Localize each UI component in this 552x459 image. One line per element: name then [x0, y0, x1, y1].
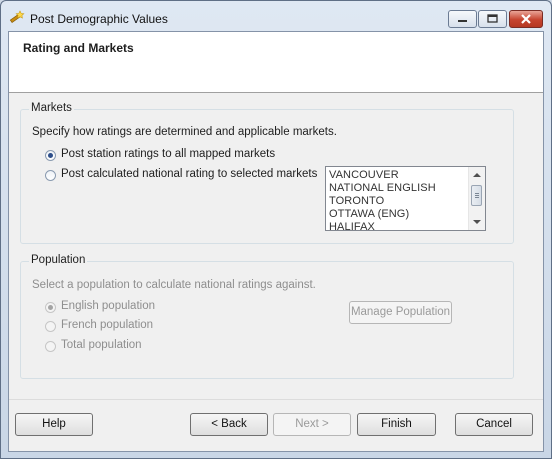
grip-line	[475, 197, 479, 198]
list-item[interactable]: NATIONAL ENGLISH	[329, 182, 436, 194]
window-title: Post Demographic Values	[30, 12, 168, 26]
close-icon	[521, 14, 531, 24]
dialog-window: Post Demographic Values Rating and Marke…	[0, 0, 552, 459]
markets-listbox[interactable]: VANCOUVER NATIONAL ENGLISH TORONTO OTTAW…	[325, 166, 486, 231]
title-bar[interactable]: Post Demographic Values	[1, 1, 551, 31]
grip-line	[475, 195, 479, 196]
population-description: Select a population to calculate nationa…	[32, 279, 316, 291]
dialog-content: Rating and Markets Markets Specify how r…	[8, 31, 544, 452]
close-button[interactable]	[509, 10, 543, 28]
minimize-button[interactable]	[448, 10, 477, 28]
markets-scrollbar[interactable]	[468, 167, 485, 230]
list-item[interactable]: HALIFAX	[329, 221, 375, 230]
radio-station-ratings-label[interactable]: Post station ratings to all mapped marke…	[61, 148, 275, 160]
radio-french-indicator[interactable]	[45, 321, 56, 332]
manage-population-button[interactable]: Manage Population	[349, 301, 452, 324]
help-button[interactable]: Help	[15, 413, 93, 436]
radio-english-label[interactable]: English population	[61, 300, 155, 312]
cancel-button[interactable]: Cancel	[455, 413, 533, 436]
finish-button[interactable]: Finish	[357, 413, 436, 436]
list-item[interactable]: OTTAWA (ENG)	[329, 208, 409, 220]
list-item[interactable]: VANCOUVER	[329, 169, 399, 181]
page-title: Rating and Markets	[23, 41, 134, 55]
minimize-icon	[458, 20, 467, 22]
radio-total-label[interactable]: Total population	[61, 339, 142, 351]
markets-description: Specify how ratings are determined and a…	[32, 126, 337, 138]
radio-french-label[interactable]: French population	[61, 319, 153, 331]
grip-line	[475, 193, 479, 194]
wizard-wand-icon	[9, 10, 25, 23]
back-button[interactable]: < Back	[190, 413, 268, 436]
next-button[interactable]: Next >	[273, 413, 351, 436]
radio-station-ratings-indicator[interactable]	[45, 150, 56, 161]
radio-total-indicator[interactable]	[45, 341, 56, 352]
radio-english-indicator[interactable]	[45, 302, 56, 313]
maximize-icon	[487, 14, 498, 23]
scroll-thumb[interactable]	[471, 185, 482, 206]
wizard-header: Rating and Markets	[9, 32, 543, 93]
radio-national-rating-label[interactable]: Post calculated national rating to selec…	[61, 168, 317, 180]
radio-national-rating-indicator[interactable]	[45, 170, 56, 181]
list-item[interactable]: TORONTO	[329, 195, 384, 207]
markets-group-label: Markets	[29, 102, 74, 114]
footer-divider	[9, 399, 543, 400]
population-group-label: Population	[29, 254, 88, 266]
scroll-down-arrow-icon[interactable]	[473, 220, 481, 224]
maximize-button[interactable]	[478, 10, 507, 28]
scroll-up-arrow-icon[interactable]	[473, 173, 481, 177]
